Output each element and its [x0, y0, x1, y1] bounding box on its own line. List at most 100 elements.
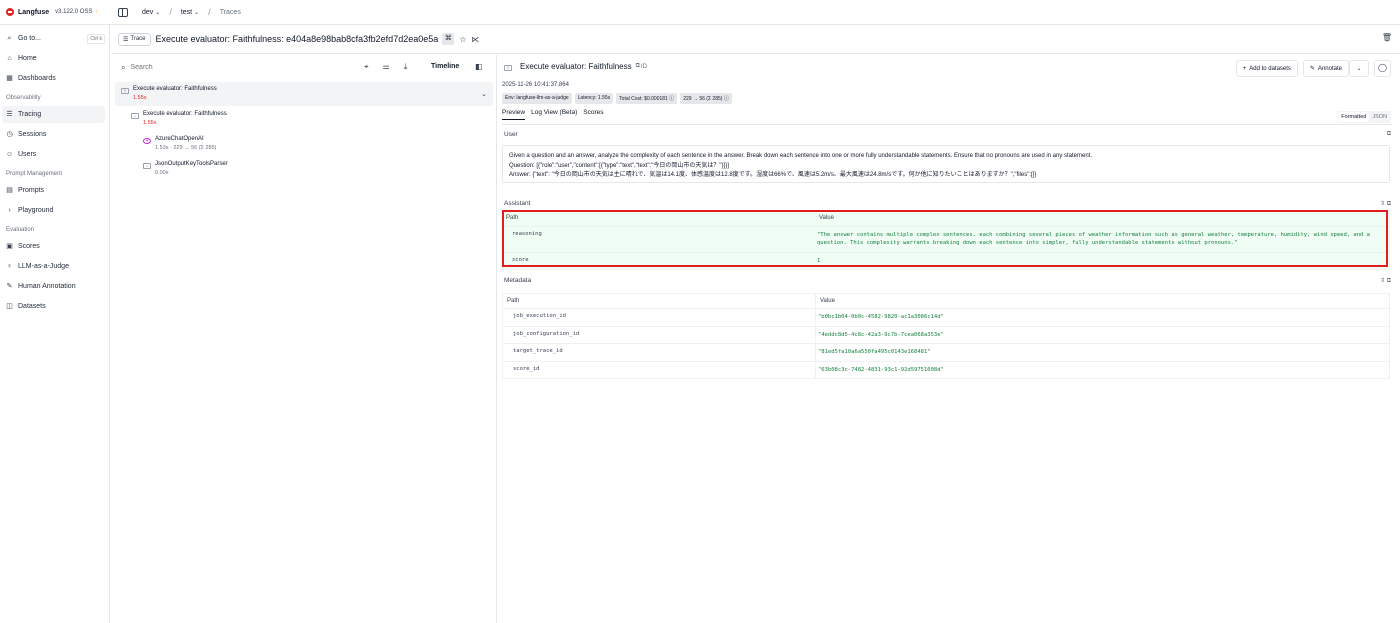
row-path: job_execution_id — [502, 308, 816, 327]
scores-icon: ▣ — [6, 243, 13, 250]
sidebar-item-prompts[interactable]: ▤ Prompts — [2, 182, 105, 199]
annotate-dropdown-chevron-icon[interactable]: ⌄ — [1349, 60, 1369, 77]
table-row[interactable]: target_trace_id "81ed5fa10a6a550fa495c01… — [502, 343, 1390, 362]
breadcrumb: dev ⌄ / test ⌄ / Traces — [110, 0, 241, 25]
trace-title: Execute evaluator: Faithfulness: e404a8e… — [155, 34, 439, 44]
sidebar-item-scores[interactable]: ▣ Scores — [2, 238, 105, 255]
brand[interactable]: Langfuse v3.122.0 OSS ↑ — [0, 0, 110, 25]
top-bar: Langfuse v3.122.0 OSS ↑ dev ⌄ / test ⌄ / T… — [0, 0, 1400, 25]
row-value: "63b08c3c-7482-4831-93c1-92d59751008d" — [815, 360, 1390, 379]
format-json-option[interactable]: JSON — [1369, 112, 1390, 122]
dashboard-icon: ▦ — [6, 75, 13, 82]
langfuse-logo-icon — [6, 8, 14, 16]
env-selector[interactable]: test ⌄ — [181, 9, 199, 16]
section-evaluation: Evaluation — [6, 227, 35, 233]
table-row[interactable]: job_configuration_id "4eddc8d5-4c8c-42a3… — [502, 325, 1390, 344]
tag-icon[interactable]: ⌘ — [442, 33, 455, 45]
home-icon: ⌂ — [7, 55, 12, 62]
sidebar-item-dashboards[interactable]: ▦ Dashboards — [2, 70, 105, 87]
detail-title: Execute evaluator: Faithfulness — [520, 62, 632, 71]
add-to-datasets-button[interactable]: + Add to datasets — [1235, 60, 1298, 77]
trace-header: ☰ Trace Execute evaluator: Faithfulness: … — [111, 25, 1400, 54]
comment-icon[interactable]: ◯ — [1374, 60, 1391, 77]
download-icon[interactable]: ⤓ — [404, 62, 408, 72]
format-toggle: Formatted JSON — [1337, 111, 1391, 123]
breadcrumb-separator: / — [208, 7, 211, 17]
value-column-header: Value — [815, 293, 1390, 309]
table-row[interactable]: job_execution_id "b0bc1b04-0b0c-4582-982… — [502, 308, 1390, 327]
timeline-toggle[interactable]: Timeline — [431, 63, 459, 70]
detail-tabs: Preview Log View (Beta) Scores — [502, 109, 604, 120]
sidebar-item-playground[interactable]: › Playground — [2, 202, 105, 219]
expand-copy-icon[interactable]: ⇕ ⧉ — [1380, 200, 1391, 208]
annotate-button[interactable]: ✎ Annotate — [1302, 60, 1349, 77]
tree-node-span[interactable]: ↔ Execute evaluator: Faithfulness 1.55s — [131, 111, 227, 126]
tabs-divider — [502, 124, 1392, 125]
trace-type-badge: ☰ Trace — [118, 32, 151, 46]
sidebar-item-home[interactable]: ⌂ Home — [2, 50, 105, 67]
latency-chip: Latency: 1.55s — [574, 93, 614, 104]
format-formatted-option[interactable]: Formatted — [1338, 112, 1370, 122]
datasets-icon: ◫ — [6, 303, 13, 310]
span-node-icon: ↔ — [131, 113, 139, 119]
sidebar-item-human-annotation[interactable]: ✎ Human Annotation — [2, 278, 105, 295]
chevron-down-icon: ⌄ — [155, 9, 161, 16]
expand-copy-icon[interactable]: ⇕ ⧉ — [1380, 277, 1391, 285]
playground-icon: › — [8, 207, 11, 214]
search-icon: ⌕ — [121, 62, 126, 72]
user-question-text: Question: [{"role":"user","content":[{"t… — [509, 162, 729, 169]
search-icon: ⌕ — [7, 35, 12, 42]
tab-log-view[interactable]: Log View (Beta) — [531, 109, 577, 120]
sidebar-item-users[interactable]: ☺ Users — [2, 146, 105, 163]
chevron-down-icon[interactable]: ⌄ — [481, 90, 487, 98]
copy-icon[interactable]: ⧉ — [636, 63, 640, 70]
generation-node-icon: ✦ — [143, 138, 151, 144]
sidebar-item-sessions[interactable]: ◷ Sessions — [2, 126, 105, 143]
cost-chip[interactable]: Total Cost: $0.000181 ⓘ — [616, 93, 678, 104]
sidebar-toggle-icon[interactable] — [118, 7, 128, 17]
observation-detail: ≡ Execute evaluator: Faithfulness ⧉ ID +… — [498, 55, 1400, 623]
trash-icon[interactable]: 🗑 — [1382, 33, 1392, 42]
metrics-chips: Env: langfuse-llm-as-a-judge Latency: 1.… — [502, 93, 732, 104]
tab-preview[interactable]: Preview — [502, 109, 526, 120]
sessions-icon: ◷ — [6, 131, 13, 138]
user-section-label: User — [504, 131, 518, 138]
tree-node-parser[interactable]: ↔ JsonOutputKeyToolsParser 0.00s — [143, 161, 228, 176]
project-selector[interactable]: dev ⌄ — [142, 9, 160, 16]
settings-sliders-icon[interactable]: ⚌ — [383, 62, 390, 72]
copy-id-button[interactable]: ID — [641, 64, 647, 70]
sidebar-item-tracing[interactable]: ☰ Tracing — [2, 106, 105, 123]
copy-icon[interactable]: ⧉ — [1387, 131, 1391, 138]
highlight-annotation-box — [502, 210, 1388, 267]
tree-search-input[interactable] — [130, 64, 281, 71]
prompts-icon: ▤ — [6, 187, 13, 194]
tree-node-root[interactable]: ≡ Execute evaluator: Faithfulness 1.55s … — [115, 82, 493, 106]
row-value: "b0bc1b04-0b0c-4582-9820-ac1a3086c14d" — [815, 308, 1390, 327]
share-icon[interactable]: ⋉ — [471, 35, 479, 44]
sidebar-item-llm-as-a-judge[interactable]: ♀ LLM-as-a-Judge — [2, 258, 105, 275]
sidebar: ⌕ Go to... Ctrl k ⌂ Home ▦ Dashboards Ob… — [0, 25, 110, 623]
path-column-header: Path — [502, 293, 816, 309]
sidebar-item-datasets[interactable]: ◫ Datasets — [2, 298, 105, 315]
goto-button[interactable]: ⌕ Go to... Ctrl k — [2, 30, 105, 47]
tokens-chip[interactable]: 229 → 56 (Σ 285) ⓘ — [680, 93, 732, 104]
assistant-section-label: Assistant — [504, 200, 531, 207]
tracing-icon: ☰ — [6, 111, 13, 118]
breadcrumb-traces[interactable]: Traces — [220, 9, 241, 16]
section-observability: Observability — [6, 95, 41, 101]
tree-node-generation[interactable]: ✦ AzureChatOpenAI 1.53s · 229 → 56 (Σ 28… — [143, 136, 217, 151]
row-value: "81ed5fa10a6a550fa495c0143e168481" — [815, 343, 1390, 362]
tree-toolbar: ⌕ ⌖ ⚌ ⤓ Timeline ◧ — [111, 55, 496, 80]
crosshair-icon[interactable]: ⌖ — [364, 62, 369, 72]
panel-layout-icon[interactable]: ◧ — [475, 62, 483, 71]
chevron-down-icon: ⌄ — [194, 9, 200, 16]
span-node-icon: ↔ — [143, 163, 151, 169]
table-header-row: Path Value — [502, 293, 1390, 309]
user-instruction-text: Given a question and an answer, analyze … — [509, 153, 1093, 159]
star-icon[interactable]: ☆ — [459, 35, 466, 44]
list-icon: ☰ — [123, 36, 129, 43]
breadcrumb-separator: / — [169, 7, 172, 17]
row-path: score_id — [502, 360, 816, 379]
tab-scores[interactable]: Scores — [583, 109, 603, 120]
table-row[interactable]: score_id "63b08c3c-7482-4831-93c1-92d597… — [502, 360, 1390, 379]
